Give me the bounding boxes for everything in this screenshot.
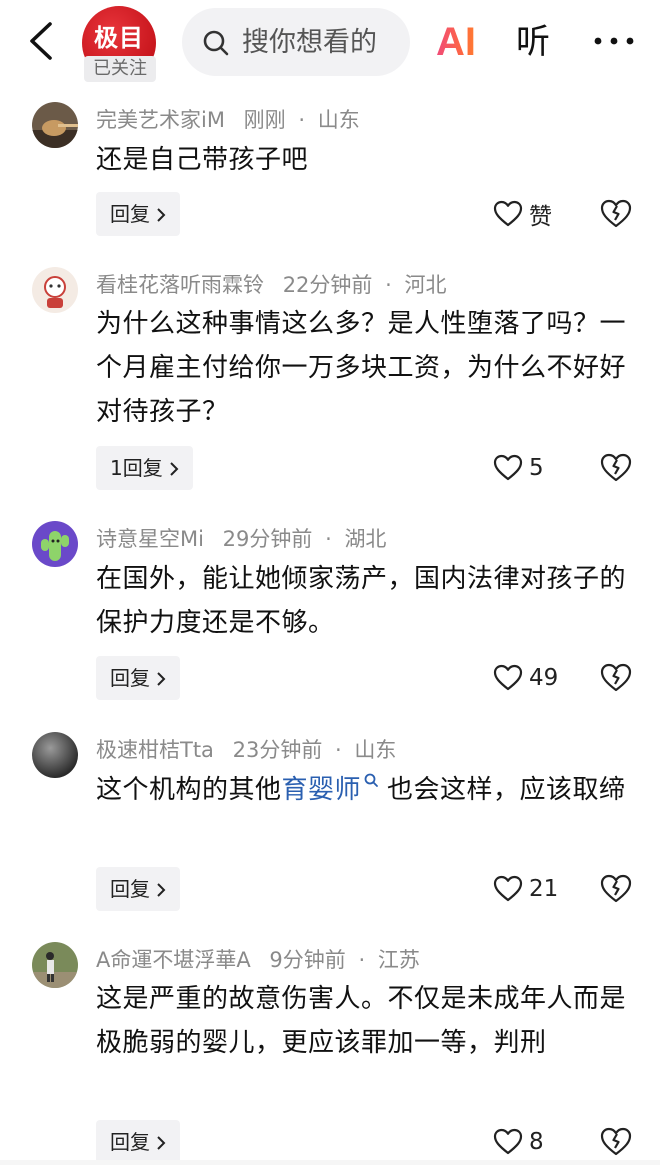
comment-time: 刚刚 xyxy=(243,108,286,132)
comment-meta: 看桂花落听雨霖铃 22分钟前 · 河北 xyxy=(96,269,446,299)
comment-username[interactable]: 极速柑桔Tta xyxy=(96,738,214,762)
comment-time: 23分钟前 xyxy=(232,738,323,762)
reply-button[interactable]: 回复 xyxy=(96,192,180,236)
comment-text: 这个机构的其他育婴师 也会这样，应该取缔 xyxy=(96,768,636,812)
like-button[interactable]: 5 xyxy=(493,446,544,490)
listen-button[interactable]: 听 xyxy=(516,18,560,66)
meta-separator: · xyxy=(358,948,366,972)
reply-button[interactable]: 回复 xyxy=(96,867,180,911)
user-avatar[interactable] xyxy=(32,521,78,567)
like-count: 49 xyxy=(529,665,559,691)
like-count: 赞 xyxy=(529,204,552,230)
user-avatar[interactable] xyxy=(32,942,78,988)
cactus-avatar xyxy=(32,521,78,567)
more-dots-icon xyxy=(594,37,634,45)
chevron-right-icon xyxy=(170,462,179,476)
reply-button[interactable]: 回复 xyxy=(96,656,180,700)
like-count: 5 xyxy=(529,455,544,481)
comment-time: 9分钟前 xyxy=(269,948,346,972)
chevron-left-icon xyxy=(30,22,52,60)
like-count: 8 xyxy=(529,1129,544,1155)
bottom-edge xyxy=(0,1160,660,1165)
ai-button[interactable]: AI xyxy=(436,18,484,66)
comment-username[interactable]: A命運不堪浮華A xyxy=(96,948,251,972)
comment-location: 山东 xyxy=(354,738,397,762)
reply-label: 回复 xyxy=(110,1130,150,1154)
chevron-right-icon xyxy=(157,883,166,897)
comment-location: 山东 xyxy=(317,108,360,132)
gray-sphere-avatar xyxy=(32,732,78,778)
link-search-icon xyxy=(364,773,378,788)
chevron-right-icon xyxy=(157,208,166,222)
outdoor-photo-avatar xyxy=(32,942,78,988)
broken-heart-icon xyxy=(600,453,632,482)
chevron-right-icon xyxy=(157,1136,166,1150)
comment-text: 这是严重的故意伤害人。不仅是未成年人而是极脆弱的婴儿，更应该罪加一等，判刑 xyxy=(96,984,627,1058)
user-avatar[interactable] xyxy=(32,267,78,313)
dislike-button[interactable] xyxy=(600,198,632,230)
comment-location: 湖北 xyxy=(344,527,387,551)
user-avatar[interactable] xyxy=(32,102,78,148)
heart-icon xyxy=(493,454,523,481)
dislike-button[interactable] xyxy=(600,1126,632,1158)
reply-button[interactable]: 1回复 xyxy=(96,446,193,490)
broken-heart-icon xyxy=(600,199,632,228)
broken-heart-icon xyxy=(600,663,632,692)
dislike-button[interactable] xyxy=(600,873,632,905)
guitar-photo-avatar xyxy=(32,102,78,148)
meta-separator: · xyxy=(325,527,332,551)
broken-heart-icon xyxy=(600,874,632,903)
search-icon xyxy=(203,30,229,56)
comment-time: 22分钟前 xyxy=(282,273,373,297)
top-bar: 极目 已关注 AI 听 xyxy=(0,0,660,88)
comment-text: 为什么这种事情这么多？是人性堕落了吗？一个月雇主付给你一万多块工资，为什么不好好… xyxy=(96,309,627,427)
heart-icon xyxy=(493,200,523,227)
dislike-button[interactable] xyxy=(600,452,632,484)
like-button[interactable]: 赞 xyxy=(493,192,552,236)
search-link-text: 育婴师 xyxy=(281,775,362,805)
follow-status-badge[interactable]: 已关注 xyxy=(84,56,156,82)
like-count: 21 xyxy=(529,876,559,902)
user-avatar[interactable] xyxy=(32,732,78,778)
chevron-right-icon xyxy=(157,672,166,686)
cartoon-avatar xyxy=(32,267,78,313)
comment-text: 还是自己带孩子吧 xyxy=(96,145,309,175)
comment-text-after: 也会这样，应该取缔 xyxy=(387,775,626,805)
comment-time: 29分钟前 xyxy=(222,527,313,551)
like-button[interactable]: 8 xyxy=(493,1120,544,1164)
reply-button[interactable]: 回复 xyxy=(96,1120,180,1164)
comment-username[interactable]: 看桂花落听雨霖铃 xyxy=(96,273,264,297)
reply-label: 回复 xyxy=(110,202,150,226)
search-input[interactable] xyxy=(242,8,410,76)
meta-separator: · xyxy=(385,273,392,297)
account-avatar[interactable]: 极目 已关注 xyxy=(82,6,158,82)
comment-username[interactable]: 完美艺术家iM xyxy=(96,108,225,132)
heart-icon xyxy=(493,875,523,902)
search-link[interactable]: 育婴师 xyxy=(281,773,380,805)
back-button[interactable] xyxy=(22,18,62,64)
meta-separator: · xyxy=(298,108,306,132)
comment-meta: 极速柑桔Tta 23分钟前 · 山东 xyxy=(96,734,396,764)
comment-username[interactable]: 诗意星空Mi xyxy=(96,527,204,551)
meta-separator: · xyxy=(335,738,342,762)
more-button[interactable] xyxy=(590,26,638,56)
comment-meta: 诗意星空Mi 29分钟前 · 湖北 xyxy=(96,523,386,553)
heart-icon xyxy=(493,1128,523,1155)
comment-text-before: 这个机构的其他 xyxy=(96,775,282,805)
reply-label: 回复 xyxy=(110,877,150,901)
comment-meta: 完美艺术家iM 刚刚 · 山东 xyxy=(96,104,360,134)
comment-text: 在国外，能让她倾家荡产，国内法律对孩子的保护力度还是不够。 xyxy=(96,564,627,638)
comment-location: 河北 xyxy=(404,273,447,297)
reply-label: 回复 xyxy=(110,666,150,690)
comment-meta: A命運不堪浮華A 9分钟前 · 江苏 xyxy=(96,944,420,974)
dislike-button[interactable] xyxy=(600,662,632,694)
heart-icon xyxy=(493,664,523,691)
reply-label: 1回复 xyxy=(110,456,163,480)
comment-location: 江苏 xyxy=(377,948,420,972)
broken-heart-icon xyxy=(600,1127,632,1156)
search-box[interactable] xyxy=(182,8,410,76)
like-button[interactable]: 21 xyxy=(493,867,558,911)
like-button[interactable]: 49 xyxy=(493,656,558,700)
